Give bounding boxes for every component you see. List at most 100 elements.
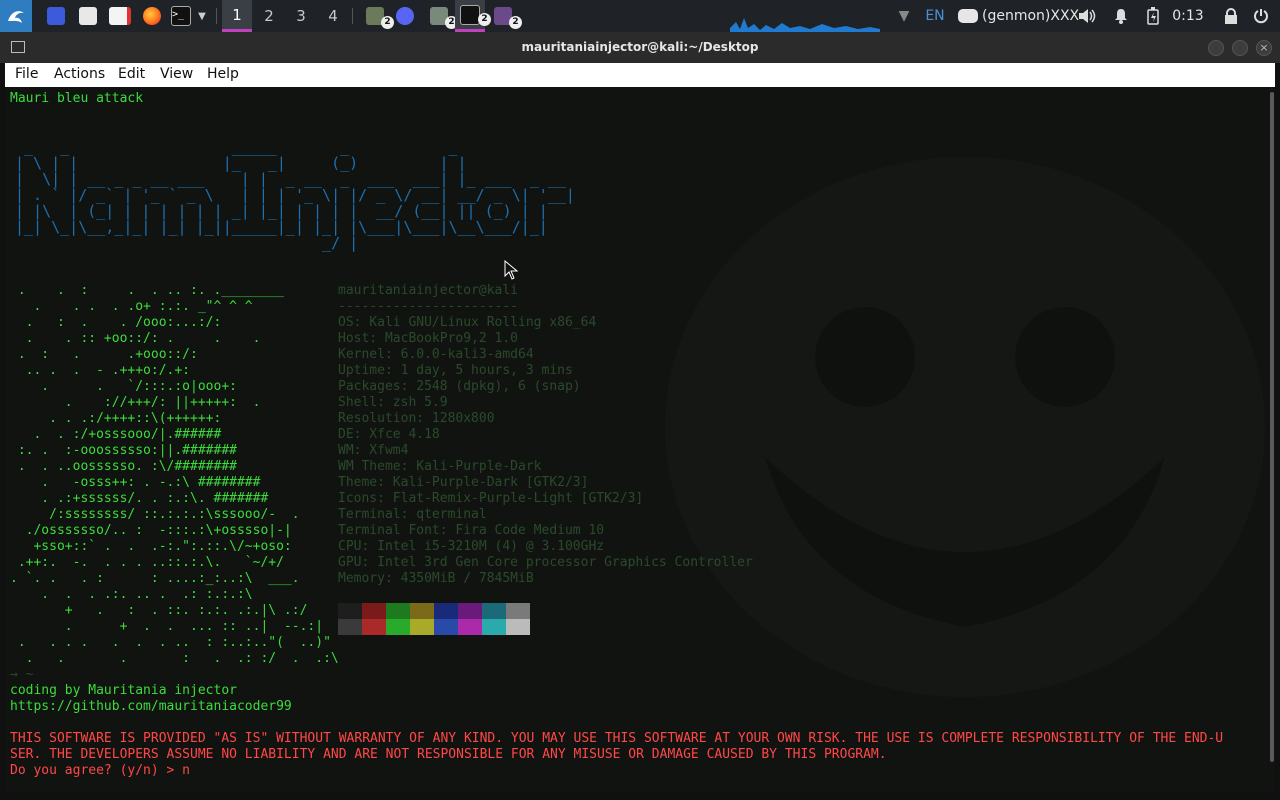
app-menu-icon <box>47 7 65 25</box>
info-line: WM Theme: Kali-Purple-Dark <box>338 459 542 474</box>
power-icon <box>1254 9 1268 24</box>
info-line: Packages: 2548 (dpkg), 6 (snap) <box>338 379 581 394</box>
volume-button[interactable] <box>1076 0 1098 32</box>
kali-menu-button[interactable] <box>0 0 32 32</box>
lock-button[interactable] <box>1220 0 1242 32</box>
art-line: . -osss++: . -.:\ ######## <box>10 475 277 490</box>
task-folder[interactable]: 2 <box>426 0 458 32</box>
panel-separator <box>216 8 217 24</box>
cpu-graph <box>730 18 880 32</box>
battery-button[interactable] <box>1142 0 1164 32</box>
firefox-icon <box>143 7 161 25</box>
art-line: . + . . ... :: ..| --.:| <box>10 619 324 634</box>
banner-line: | \| | __ _ _ __ ___ | | _ __ _ ___ ___|… <box>15 170 575 188</box>
info-line: Terminal: qterminal <box>338 507 487 522</box>
task-window[interactable]: 2 <box>490 0 522 32</box>
battery-icon <box>1147 7 1159 25</box>
palette-swatch <box>458 619 482 635</box>
art-line: . .:+ssssss/. . :.:\. ####### <box>10 491 284 506</box>
menu-file[interactable]: File <box>15 66 38 82</box>
close-button[interactable]: × <box>1256 40 1272 56</box>
agree-prompt: Do you agree? (y/n) > n <box>10 763 191 778</box>
info-line: CPU: Intel i5-3210M (4) @ 3.100GHz <box>338 539 605 554</box>
banner-line: |_| \_|\__,_|_| |_| |_||_____|_| |_| |\_… <box>15 218 575 236</box>
palette-swatch <box>482 603 506 619</box>
menu-help[interactable]: Help <box>207 66 239 82</box>
top-panel: >_ ▼ 1 2 3 4 2 2 2 2 ▼ EN (genmon)XXX 0:… <box>0 0 1280 32</box>
maximize-button[interactable] <box>1232 40 1248 56</box>
art-line: . : . . /ooo:...:/: <box>10 315 277 330</box>
clock[interactable]: 0:13 <box>1168 0 1208 32</box>
warning-line-2: SER. THE DEVELOPERS ASSUME NO LIABILITY … <box>10 747 887 762</box>
info-line: WM: Xfwm4 <box>338 443 409 458</box>
art-line: :. . :-ooossssso:||.####### <box>10 443 277 458</box>
art-line: +sso+::` . . .-:.":.::.\/~+oso: <box>10 539 292 554</box>
color-palette-top <box>338 603 530 619</box>
info-line: OS: Kali GNU/Linux Rolling x86_64 <box>338 315 597 330</box>
workspace-2[interactable]: 2 <box>254 0 284 32</box>
art-line: . : . .+ooo::/: <box>10 347 277 362</box>
genmon-plugin[interactable]: (genmon)XXX <box>982 0 1079 32</box>
terminal-icon: >_ <box>171 6 191 26</box>
terminal-area[interactable]: Mauri bleu attack _ _ _____ _ _ | \ | | … <box>5 87 1275 793</box>
art-line: . . . .:. .. . .: :.:.:\ <box>10 587 284 602</box>
workspace-label: 4 <box>328 7 338 25</box>
warning-line-1: THIS SOFTWARE IS PROVIDED "AS IS" WITHOU… <box>10 731 1224 746</box>
art-line: .++:. -. . . . ..::.:.\. `~/+/ <box>10 555 284 570</box>
ghost-prompt: → ~ <box>10 667 34 682</box>
minimize-button[interactable] <box>1208 40 1224 56</box>
credit-line: coding by Mauritania injector <box>10 683 237 698</box>
firefox-button[interactable] <box>140 0 164 32</box>
workspace-3[interactable]: 3 <box>286 0 316 32</box>
palette-swatch <box>386 619 410 635</box>
window-title: mauritaniainjector@kali:~/Desktop <box>521 40 759 54</box>
workspace-label: 2 <box>264 7 274 25</box>
info-line: Icons: Flat-Remix-Purple-Light [GTK2/3] <box>338 491 644 506</box>
menu-view[interactable]: View <box>160 66 193 82</box>
kali-dragon-icon <box>8 11 24 23</box>
info-line: Kernel: 6.0.0-kali3-amd64 <box>338 347 534 362</box>
text-editor-icon <box>109 7 131 25</box>
menu-edit[interactable]: Edit <box>118 66 145 82</box>
banner-line: | \ | | |_ _| (_) | | <box>15 154 566 172</box>
lock-icon <box>1225 8 1237 24</box>
terminal-scrollbar[interactable] <box>1270 92 1274 762</box>
workspace-label: 3 <box>296 7 306 25</box>
window-titlebar[interactable]: mauritaniainjector@kali:~/Desktop × <box>0 32 1280 63</box>
workspace-1[interactable]: 1 <box>222 0 252 32</box>
keyboard-layout[interactable]: EN <box>922 0 948 32</box>
network-button[interactable]: ▼ <box>894 0 914 32</box>
banner-line: _/ | <box>15 234 575 252</box>
discord-tray-button[interactable] <box>956 0 980 32</box>
text-editor-button[interactable] <box>108 0 132 32</box>
task-tools[interactable]: 2 <box>362 0 394 32</box>
palette-swatch <box>506 603 530 619</box>
genmon-label: (genmon)XXX <box>982 8 1080 24</box>
art-line: . . `/:::.:o|ooo+: <box>10 379 284 394</box>
chevron-down-icon: ▼ <box>198 10 206 22</box>
neofetch-info: OS: Kali GNU/Linux Rolling x86_64 Host: M… <box>338 315 753 587</box>
art-line: + . : . ::. :.:. .:.|\ .:/ <box>10 603 308 618</box>
palette-swatch <box>434 603 458 619</box>
app-menu-button[interactable] <box>44 0 68 32</box>
task-terminal[interactable]: 2 <box>455 0 491 32</box>
workspace-4[interactable]: 4 <box>318 0 348 32</box>
palette-swatch <box>410 603 434 619</box>
power-button[interactable] <box>1250 0 1272 32</box>
info-line: Resolution: 1280x800 <box>338 411 495 426</box>
art-line: . . :: +oo::/: . . . <box>10 331 277 346</box>
art-line: . ://+++/: ||+++++: . <box>10 395 284 410</box>
palette-swatch <box>458 603 482 619</box>
notifications-button[interactable] <box>1110 0 1132 32</box>
palette-swatch <box>434 619 458 635</box>
task-discord[interactable] <box>393 0 417 32</box>
launcher-dropdown[interactable]: ▼ <box>194 0 210 32</box>
art-line: . . . : . .: :/ . .:\ <box>10 651 339 666</box>
menu-actions[interactable]: Actions <box>54 66 105 82</box>
color-palette-bottom <box>338 619 530 635</box>
files-button[interactable] <box>76 0 100 32</box>
info-line: Shell: zsh 5.9 <box>338 395 448 410</box>
info-line: Uptime: 1 day, 5 hours, 3 mins <box>338 363 573 378</box>
terminal-launcher-button[interactable]: >_ <box>170 0 192 32</box>
banner-line: | . ` |/ _` | '_ ` _ \ | | | '_ \| |/ _ … <box>15 186 575 204</box>
